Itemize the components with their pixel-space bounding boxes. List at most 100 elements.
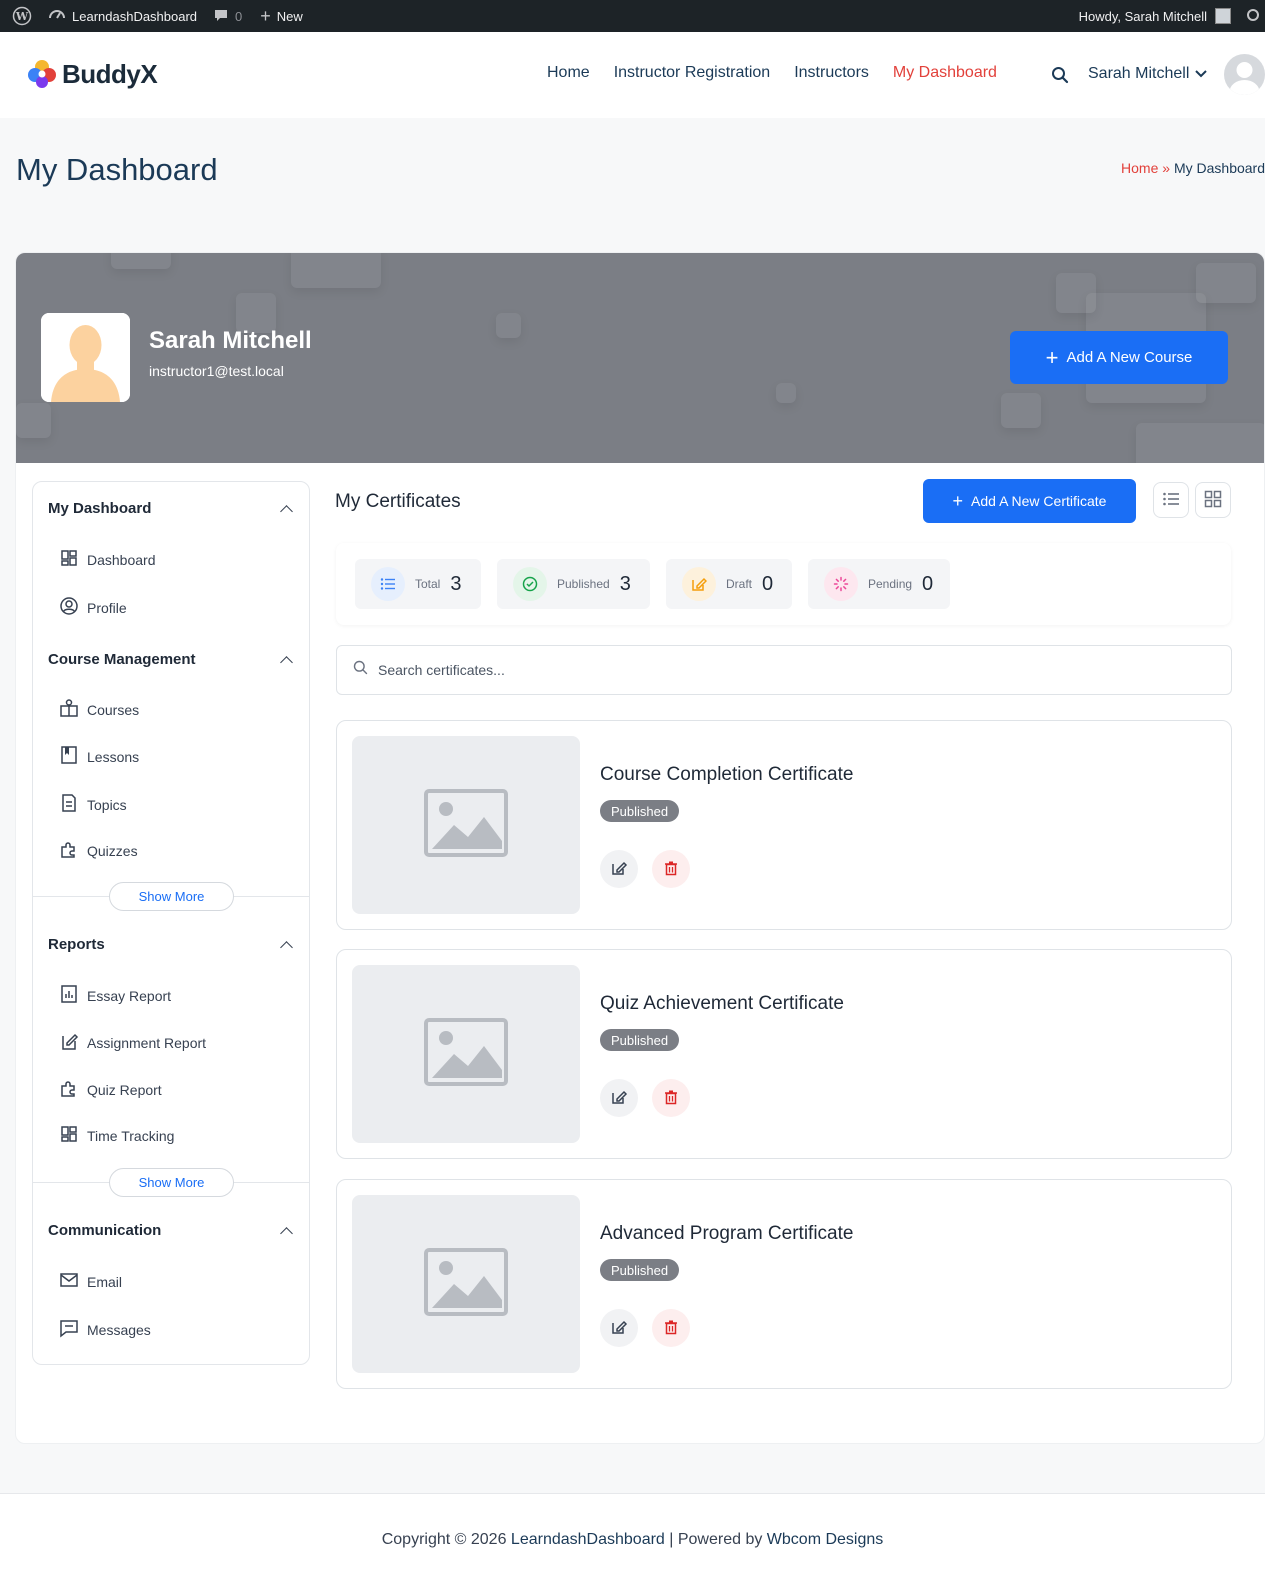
dashboard-gauge-icon bbox=[48, 6, 66, 27]
sidebar-item-essay-report[interactable]: Essay Report bbox=[59, 984, 171, 1007]
footer-powered-link[interactable]: Wbcom Designs bbox=[767, 1531, 883, 1548]
admin-site-name: LearndashDashboard bbox=[72, 8, 198, 24]
section-communication-title[interactable]: Communication bbox=[48, 1222, 161, 1239]
breadcrumb-home[interactable]: Home bbox=[1121, 160, 1158, 176]
stat-published[interactable]: Published 3 bbox=[497, 559, 650, 609]
certificate-title[interactable]: Advanced Program Certificate bbox=[600, 1223, 853, 1245]
sidebar-item-label: Time Tracking bbox=[87, 1127, 175, 1144]
certificate-thumbnail[interactable] bbox=[352, 1195, 580, 1373]
image-placeholder-icon bbox=[424, 1017, 508, 1091]
section-course-management-title[interactable]: Course Management bbox=[48, 651, 196, 668]
sidebar-item-topics[interactable]: Topics bbox=[59, 793, 127, 816]
nav-instructors[interactable]: Instructors bbox=[794, 64, 869, 82]
chevron-up-icon[interactable] bbox=[280, 656, 293, 669]
puzzle-icon bbox=[59, 1078, 79, 1101]
user-menu[interactable]: Sarah Mitchell bbox=[1088, 65, 1208, 83]
sidebar-item-profile[interactable]: Profile bbox=[59, 596, 127, 619]
sidebar-item-quiz-report[interactable]: Quiz Report bbox=[59, 1078, 162, 1101]
sidebar-item-assignment-report[interactable]: Assignment Report bbox=[59, 1031, 206, 1054]
certificate-thumbnail[interactable] bbox=[352, 736, 580, 914]
section-reports-title[interactable]: Reports bbox=[48, 936, 105, 953]
certificate-thumbnail[interactable] bbox=[352, 965, 580, 1143]
sidebar-item-label: Email bbox=[87, 1273, 123, 1290]
plus-icon: + bbox=[260, 6, 271, 26]
show-more-button[interactable]: Show More bbox=[109, 1168, 234, 1197]
sidebar-item-label: Messages bbox=[87, 1321, 151, 1338]
breadcrumb: Home » My Dashboard bbox=[1121, 160, 1265, 176]
stat-label: Total bbox=[415, 577, 441, 591]
user-circle-icon bbox=[59, 596, 79, 619]
stat-total[interactable]: Total 3 bbox=[355, 559, 481, 609]
delete-certificate-button[interactable] bbox=[652, 1309, 690, 1347]
edit-certificate-button[interactable] bbox=[600, 850, 638, 888]
footer-site-link[interactable]: LearndashDashboard bbox=[511, 1531, 665, 1548]
profile-avatar[interactable] bbox=[41, 313, 130, 402]
chevron-up-icon[interactable] bbox=[280, 505, 293, 518]
site-logo[interactable]: BuddyX bbox=[26, 58, 158, 90]
page-title-band: My Dashboard Home » My Dashboard bbox=[0, 118, 1265, 220]
sidebar-item-label: Courses bbox=[87, 701, 140, 718]
status-badge: Published bbox=[600, 800, 680, 822]
user-menu-name: Sarah Mitchell bbox=[1088, 65, 1190, 82]
admin-bar: W LearndashDashboard 0 + New Howdy, Sara… bbox=[0, 0, 1265, 32]
document-icon bbox=[59, 793, 79, 816]
bookmark-book-icon bbox=[59, 745, 79, 768]
admin-search-icon[interactable] bbox=[1247, 9, 1259, 21]
search-icon[interactable] bbox=[1051, 66, 1069, 89]
stat-label: Published bbox=[557, 577, 610, 591]
certificate-title[interactable]: Quiz Achievement Certificate bbox=[600, 993, 844, 1015]
admin-site-link[interactable]: LearndashDashboard bbox=[48, 0, 197, 32]
sidebar-item-dashboard[interactable]: Dashboard bbox=[59, 548, 156, 571]
admin-new-label: New bbox=[276, 8, 303, 24]
search-input[interactable] bbox=[378, 662, 1198, 678]
sidebar-item-messages[interactable]: Messages bbox=[59, 1318, 151, 1341]
breadcrumb-separator: » bbox=[1162, 160, 1171, 176]
sidebar-item-label: Lessons bbox=[87, 748, 140, 765]
stat-draft[interactable]: Draft 0 bbox=[666, 559, 792, 609]
chevron-up-icon[interactable] bbox=[280, 1227, 293, 1240]
add-new-certificate-button[interactable]: + Add A New Certificate bbox=[923, 479, 1136, 523]
sidebar-item-label: Essay Report bbox=[87, 987, 172, 1004]
admin-account-link[interactable]: Howdy, Sarah Mitchell bbox=[1079, 0, 1231, 32]
comments-count: 0 bbox=[235, 8, 243, 24]
add-new-course-button[interactable]: + Add A New Course bbox=[1010, 331, 1228, 384]
edit-certificate-button[interactable] bbox=[600, 1079, 638, 1117]
stat-pending[interactable]: Pending 0 bbox=[808, 559, 950, 609]
main-nav: Home Instructor Registration Instructors… bbox=[547, 64, 997, 82]
wordpress-logo-icon[interactable]: W bbox=[12, 0, 32, 32]
puzzle-icon bbox=[59, 839, 79, 862]
admin-avatar bbox=[1215, 8, 1231, 24]
header-avatar[interactable] bbox=[1224, 54, 1265, 95]
certificate-title[interactable]: Course Completion Certificate bbox=[600, 764, 853, 786]
edit-icon bbox=[610, 859, 628, 880]
chevron-up-icon[interactable] bbox=[280, 941, 293, 954]
nav-home[interactable]: Home bbox=[547, 64, 590, 82]
edit-certificate-button[interactable] bbox=[600, 1309, 638, 1347]
sidebar-item-time-tracking[interactable]: Time Tracking bbox=[59, 1124, 174, 1147]
edit-icon bbox=[610, 1318, 628, 1339]
status-badge: Published bbox=[600, 1259, 680, 1281]
list-icon bbox=[371, 567, 405, 601]
sidebar-item-lessons[interactable]: Lessons bbox=[59, 745, 139, 768]
image-placeholder-icon bbox=[424, 788, 508, 862]
nav-my-dashboard[interactable]: My Dashboard bbox=[893, 64, 997, 82]
buddyx-logo-icon bbox=[26, 58, 58, 90]
admin-new-link[interactable]: + New bbox=[260, 0, 303, 32]
show-more-button[interactable]: Show More bbox=[109, 882, 234, 911]
nav-instructor-registration[interactable]: Instructor Registration bbox=[614, 64, 771, 82]
comment-bubble-icon bbox=[213, 7, 229, 26]
grid-icon bbox=[59, 548, 79, 571]
grid-view-button[interactable] bbox=[1195, 482, 1231, 518]
delete-certificate-button[interactable] bbox=[652, 1079, 690, 1117]
certificate-card: Quiz Achievement Certificate Published bbox=[336, 949, 1232, 1159]
sidebar-item-label: Profile bbox=[87, 599, 127, 616]
footer-copyright: Copyright © 2026 bbox=[381, 1531, 511, 1548]
delete-certificate-button[interactable] bbox=[652, 850, 690, 888]
section-my-dashboard-title[interactable]: My Dashboard bbox=[48, 500, 151, 517]
list-view-button[interactable] bbox=[1153, 482, 1189, 518]
sidebar-item-quizzes[interactable]: Quizzes bbox=[59, 839, 138, 862]
sidebar-item-courses[interactable]: Courses bbox=[59, 698, 139, 721]
sidebar-item-email[interactable]: Email bbox=[59, 1270, 122, 1293]
plus-icon: + bbox=[1045, 344, 1059, 370]
admin-comments-link[interactable]: 0 bbox=[213, 0, 242, 32]
